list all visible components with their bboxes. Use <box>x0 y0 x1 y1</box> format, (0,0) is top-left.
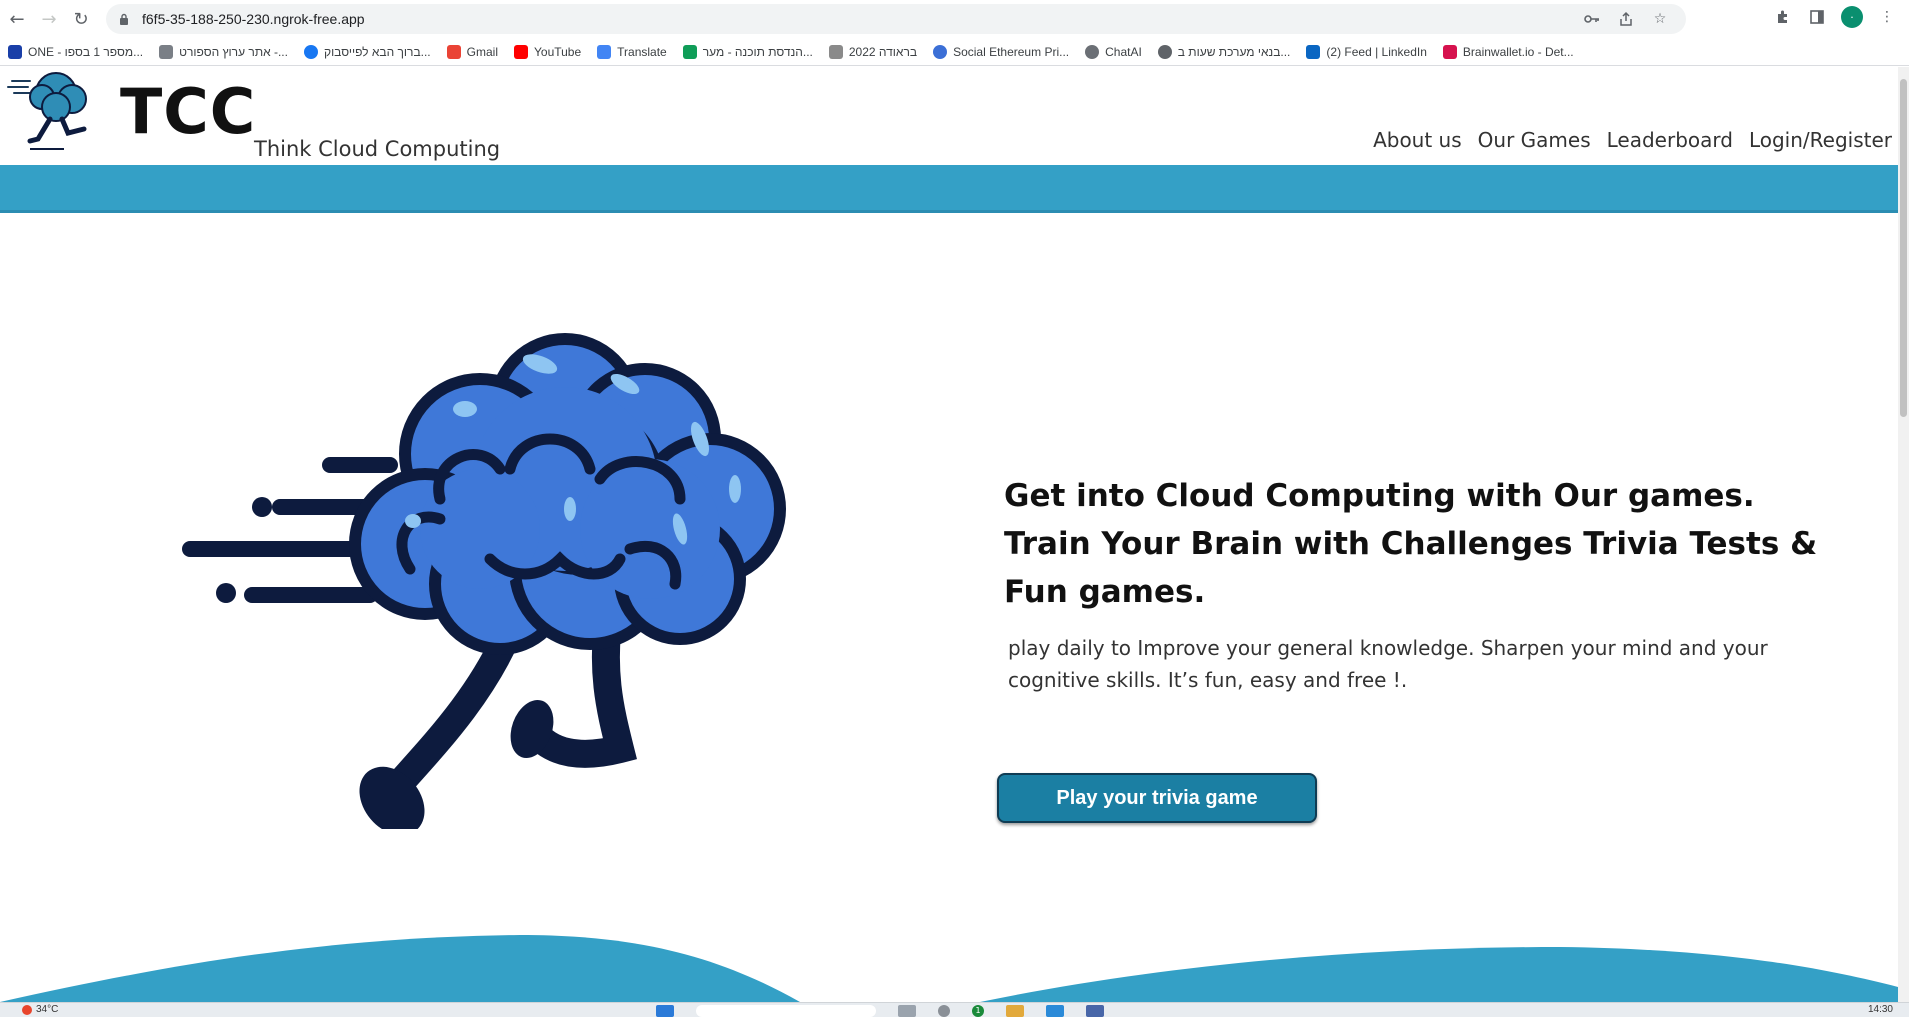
menu-dots-icon[interactable]: ⋮ <box>1877 7 1897 27</box>
chatai-icon <box>1085 44 1100 59</box>
windows-start-icon[interactable] <box>656 1005 674 1017</box>
bookmark-chatai[interactable]: ChatAI <box>1085 44 1142 59</box>
play-trivia-button[interactable]: Play your trivia game <box>997 773 1317 823</box>
temperature: 34°C <box>36 1004 59 1015</box>
bookmark-facebook[interactable]: ברוך הבא לפייסבוק... <box>303 44 431 59</box>
back-icon[interactable]: ← <box>2 4 32 34</box>
page-scrollbar[interactable] <box>1898 67 1909 1002</box>
bookmark-translate[interactable]: Translate <box>597 44 667 59</box>
clock[interactable]: 14:30 <box>1868 1004 1893 1015</box>
bookmark-label: אתר ערוץ הספורט -... <box>179 44 288 59</box>
bookmark-one[interactable]: ONE - מספר 1 בספו... <box>8 44 144 59</box>
bookmark-linkedin[interactable]: (2) Feed | LinkedIn <box>1306 44 1427 59</box>
nav-our-games[interactable]: Our Games <box>1478 128 1591 152</box>
taskbar: 34°C 1 14:30 <box>0 1002 1909 1017</box>
bookmarks-bar: ONE - מספר 1 בספו... אתר ערוץ הספורט -..… <box>0 38 1909 66</box>
notification-badge[interactable]: 1 <box>972 1005 984 1017</box>
brainwallet-icon <box>1442 44 1457 59</box>
weather-widget[interactable]: 34°C <box>22 1004 58 1015</box>
ethereum-icon <box>933 44 948 59</box>
bookmark-label: הנדסת תוכנה - מער... <box>702 44 813 59</box>
bookmark-braude[interactable]: בראודה 2022 <box>828 44 918 59</box>
globe-icon <box>1157 44 1172 59</box>
taskbar-apps: 1 <box>656 1005 1104 1017</box>
bookmark-label: YouTube <box>534 44 582 59</box>
folder-icon[interactable] <box>1006 1005 1024 1017</box>
bookmark-label: (2) Feed | LinkedIn <box>1326 44 1427 59</box>
bookmark-label: בראודה 2022 <box>848 44 918 59</box>
profile-avatar[interactable]: · <box>1841 6 1863 28</box>
nav-login-register[interactable]: Login/Register <box>1749 128 1892 152</box>
hero-description: play daily to Improve your general knowl… <box>1008 636 1768 692</box>
bookmark-label: Brainwallet.io - Det... <box>1462 44 1574 59</box>
wave-decoration <box>0 935 1898 1002</box>
extensions-icon[interactable] <box>1773 7 1793 27</box>
sport5-icon <box>159 44 174 59</box>
bookmark-youtube[interactable]: YouTube <box>514 44 582 59</box>
linkedin-icon <box>1306 44 1321 59</box>
reload-icon[interactable]: ↻ <box>66 4 96 34</box>
scrollbar-thumb[interactable] <box>1900 79 1907 417</box>
lock-icon[interactable] <box>116 11 132 27</box>
taskbar-search-icon[interactable] <box>696 1005 876 1017</box>
one-icon <box>8 44 22 59</box>
bookmark-social-ethereum[interactable]: Social Ethereum Pri... <box>933 44 1070 59</box>
address-bar[interactable]: f6f5-35-188-250-230.ngrok-free.app ☆ <box>106 4 1686 34</box>
sheets-icon <box>682 44 697 59</box>
key-icon[interactable] <box>1582 9 1602 29</box>
taskbar-app-icon[interactable] <box>898 1005 916 1017</box>
page-content: TCC Think Cloud Computing About us Our G… <box>0 67 1898 1002</box>
youtube-icon <box>514 44 528 59</box>
bookmark-software-eng[interactable]: הנדסת תוכנה - מער... <box>682 44 813 59</box>
chrome-icon[interactable] <box>938 1005 950 1017</box>
bookmark-label: ONE - מספר 1 בספו... <box>28 44 144 59</box>
gmail-icon <box>446 44 461 59</box>
url-text[interactable]: f6f5-35-188-250-230.ngrok-free.app <box>142 11 365 27</box>
bookmark-sport5[interactable]: אתר ערוץ הספורט -... <box>159 44 288 59</box>
logo-subtitle: Think Cloud Computing <box>254 137 501 161</box>
translate-icon <box>597 44 612 59</box>
main-nav: About us Our Games Leaderboard Login/Reg… <box>1373 128 1892 152</box>
nav-leaderboard[interactable]: Leaderboard <box>1607 128 1733 152</box>
star-icon[interactable]: ☆ <box>1650 9 1670 29</box>
nav-about-us[interactable]: About us <box>1373 128 1462 152</box>
taskbar-app-icon[interactable] <box>1086 1005 1104 1017</box>
bookmark-label: Translate <box>617 44 667 59</box>
bookmark-gmail[interactable]: Gmail <box>446 44 498 59</box>
facebook-icon <box>303 44 318 59</box>
share-icon[interactable] <box>1616 9 1636 29</box>
header-band <box>0 165 1898 213</box>
running-brain-logo-icon[interactable] <box>4 69 114 153</box>
bookmark-label: בנאי מערכת שעות ב... <box>1177 44 1291 59</box>
hero-text: Get into Cloud Computing with Our games.… <box>1004 472 1824 696</box>
site-header: TCC Think Cloud Computing About us Our G… <box>0 67 1898 165</box>
forward-icon[interactable]: → <box>34 4 64 34</box>
logo-title[interactable]: TCC <box>120 75 256 148</box>
browser-toolbar: ← → ↻ f6f5-35-188-250-230.ngrok-free.app… <box>0 0 1909 38</box>
weather-icon <box>22 1004 32 1015</box>
braude-icon <box>828 44 843 59</box>
bookmark-schedule[interactable]: בנאי מערכת שעות ב... <box>1157 44 1291 59</box>
running-brain-illustration-icon <box>182 333 786 829</box>
bookmark-label: ChatAI <box>1105 44 1142 59</box>
vscode-icon[interactable] <box>1046 1005 1064 1017</box>
bookmark-brainwallet[interactable]: Brainwallet.io - Det... <box>1442 44 1574 59</box>
hero-title: Get into Cloud Computing with Our games.… <box>1004 478 1818 610</box>
bookmark-label: Social Ethereum Pri... <box>953 44 1070 59</box>
bookmark-label: ברוך הבא לפייסבוק... <box>323 44 431 59</box>
bookmark-label: Gmail <box>466 44 498 59</box>
side-panel-icon[interactable] <box>1807 7 1827 27</box>
